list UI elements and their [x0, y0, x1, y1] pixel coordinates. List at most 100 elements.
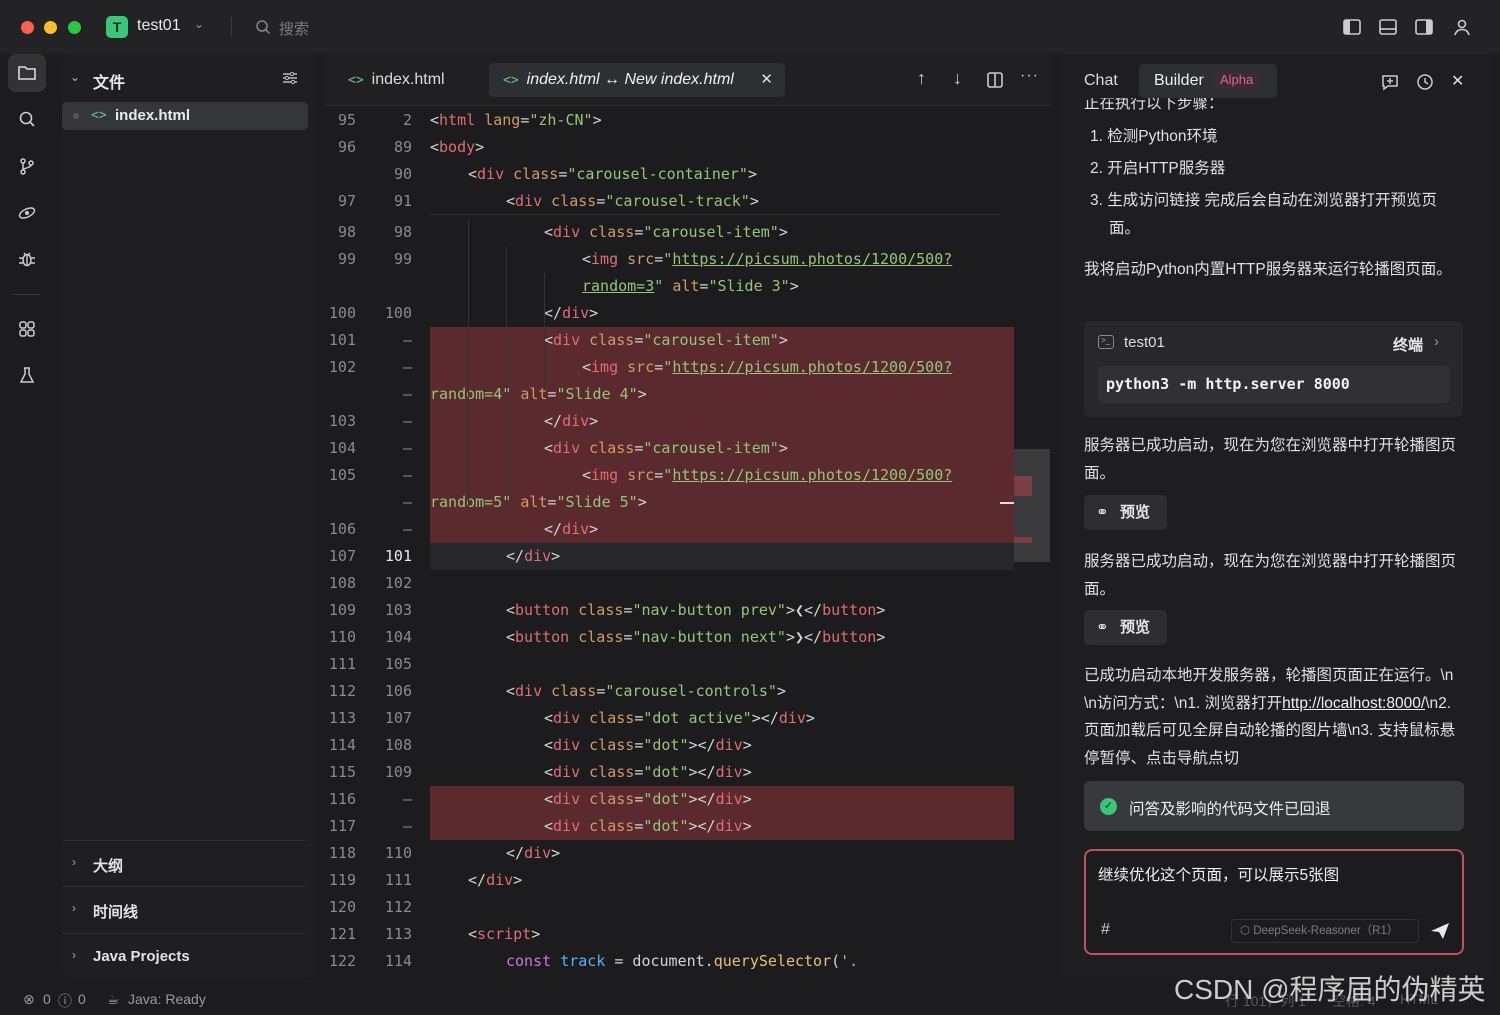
- section-timeline[interactable]: › 时间线: [62, 886, 306, 930]
- code-line[interactable]: 96 89 <body>: [324, 134, 1052, 161]
- code-line[interactable]: 119 111 </div>: [324, 867, 1052, 894]
- code-line[interactable]: 104 — <div class="carousel-item">: [324, 435, 1052, 462]
- close-window-button[interactable]: [21, 21, 34, 34]
- code-line[interactable]: random=3" alt="Slide 3">: [324, 273, 1052, 300]
- code-line[interactable]: 105 — <img src="https://picsum.photos/1200…: [324, 462, 1052, 489]
- file-name[interactable]: index.html: [115, 107, 190, 124]
- code-line[interactable]: 113 107 <div class="dot active"></div>: [324, 705, 1052, 732]
- debug-icon[interactable]: [8, 240, 46, 278]
- section-outline[interactable]: › 大纲: [62, 840, 306, 884]
- diff-code-view[interactable]: 95 2 <html lang="zh-CN"> 96 89 <body> 90 <div c…: [324, 107, 1052, 978]
- toggle-bottom-panel-icon[interactable]: [1378, 17, 1398, 37]
- maximize-window-button[interactable]: [68, 21, 81, 34]
- tab-chat[interactable]: Chat: [1084, 72, 1118, 90]
- code-line[interactable]: 114 108 <div class="dot"></div>: [324, 732, 1052, 759]
- extensions-icon[interactable]: [8, 310, 46, 348]
- line-number-original: 105: [328, 466, 356, 484]
- code-line[interactable]: 101 — <div class="carousel-item">: [324, 327, 1052, 354]
- code-line[interactable]: 117 — <div class="dot"></div>: [324, 813, 1052, 840]
- toggle-left-panel-icon[interactable]: [1342, 17, 1362, 37]
- code-line[interactable]: 122 114 const track = document.querySelect…: [324, 948, 1052, 975]
- terminal-card[interactable]: >_ test01 终端 › python3 -m http.server 80…: [1084, 321, 1463, 417]
- preview-button[interactable]: ⚭ 预览: [1084, 610, 1167, 645]
- line-number-modified: —: [402, 466, 412, 484]
- search-icon[interactable]: [8, 100, 46, 138]
- minimap-slider[interactable]: [1014, 449, 1050, 562]
- tab-diff[interactable]: <> index.html ↔ New index.html ✕: [489, 63, 785, 97]
- warning-icon[interactable]: ⓘ: [58, 991, 72, 1011]
- code-line[interactable]: 118 110 </div>: [324, 840, 1052, 867]
- code-line[interactable]: 99 99 <img src="https://picsum.photos/1200…: [324, 246, 1052, 273]
- account-icon[interactable]: [1452, 17, 1472, 37]
- code-line[interactable]: — random=5" alt="Slide 5">: [324, 489, 1052, 516]
- code-line[interactable]: 90 <div class="carousel-container">: [324, 161, 1052, 188]
- chevron-down-icon[interactable]: ⌄: [194, 17, 204, 31]
- remote-icon[interactable]: [8, 194, 46, 232]
- send-icon[interactable]: [1429, 921, 1451, 941]
- testing-flask-icon[interactable]: [8, 356, 46, 394]
- line-number-modified: 106: [384, 682, 412, 700]
- code-line[interactable]: 95 2 <html lang="zh-CN">: [324, 107, 1052, 134]
- tab-index-html[interactable]: <> index.html: [338, 63, 468, 97]
- tab-builder[interactable]: Builder Alpha: [1139, 64, 1277, 98]
- code-text: <div class="carousel-controls">: [506, 682, 786, 700]
- next-change-icon[interactable]: ↓: [953, 68, 962, 89]
- step-item: 3. 生成访问链接 完成后会自动在浏览器打开预览页面。: [1090, 192, 1438, 237]
- code-line[interactable]: 102 — <img src="https://picsum.photos/1200…: [324, 354, 1052, 381]
- localhost-link[interactable]: http://localhost:8000/: [1282, 695, 1425, 712]
- code-line[interactable]: — random=4" alt="Slide 4">: [324, 381, 1052, 408]
- toggle-right-panel-icon[interactable]: [1414, 17, 1434, 37]
- code-text: <button class="nav-button next">❯</butto…: [506, 628, 886, 646]
- terminal-link[interactable]: 终端: [1393, 334, 1423, 355]
- code-line[interactable]: 97 91 <div class="carousel-track">: [324, 188, 1052, 215]
- terminal-command: python3 -m http.server 8000: [1098, 366, 1450, 403]
- code-line[interactable]: 100 100 </div>: [324, 300, 1052, 327]
- model-selector[interactable]: ⬡ DeepSeek-Reasoner（R1）: [1231, 919, 1419, 943]
- split-editor-icon[interactable]: [986, 71, 1004, 89]
- code-text: </div>: [544, 412, 599, 430]
- project-name[interactable]: test01: [137, 17, 181, 35]
- hash-context-button[interactable]: #: [1101, 921, 1110, 939]
- code-line[interactable]: 107 101 </div>: [324, 543, 1052, 570]
- activity-bar: [0, 54, 54, 984]
- more-actions-icon[interactable]: ···: [1020, 67, 1039, 85]
- new-chat-icon[interactable]: [1380, 72, 1400, 92]
- code-line[interactable]: 116 — <div class="dot"></div>: [324, 786, 1052, 813]
- title-bar: T test01 ⌄ 搜索: [0, 0, 1500, 54]
- code-line[interactable]: 111 105: [324, 651, 1052, 678]
- close-icon[interactable]: ✕: [1451, 71, 1464, 91]
- chat-input-box[interactable]: 继续优化这个页面，可以展示5张图 # ⬡ DeepSeek-Reasoner（R…: [1084, 849, 1464, 955]
- search-input[interactable]: 搜索: [279, 18, 309, 39]
- code-line[interactable]: 112 106 <div class="carousel-controls">: [324, 678, 1052, 705]
- warning-count[interactable]: 0: [78, 991, 86, 1007]
- code-line[interactable]: 108 102: [324, 570, 1052, 597]
- code-line[interactable]: 121 113 <script>: [324, 921, 1052, 948]
- chat-input[interactable]: 继续优化这个页面，可以展示5张图: [1098, 863, 1339, 885]
- project-avatar[interactable]: T: [106, 16, 128, 38]
- error-count[interactable]: 0: [43, 991, 51, 1007]
- code-line[interactable]: 110 104 <button class="nav-button next">❯<…: [324, 624, 1052, 651]
- code-line[interactable]: 98 98 <div class="carousel-item">: [324, 219, 1052, 246]
- explorer-icon[interactable]: [8, 54, 46, 92]
- line-number-modified: 114: [384, 952, 412, 970]
- code-line[interactable]: 120 112: [324, 894, 1052, 921]
- section-label: 时间线: [93, 904, 139, 921]
- error-icon[interactable]: ⊗: [23, 991, 35, 1008]
- filter-settings-icon[interactable]: [282, 71, 298, 85]
- close-icon[interactable]: ✕: [760, 63, 773, 97]
- source-control-icon[interactable]: [8, 147, 46, 185]
- java-status[interactable]: Java: Ready: [128, 991, 206, 1007]
- history-icon[interactable]: [1415, 72, 1435, 92]
- previous-change-icon[interactable]: ↑: [917, 68, 926, 89]
- code-line[interactable]: 106 — </div>: [324, 516, 1052, 543]
- minimize-window-button[interactable]: [44, 21, 57, 34]
- line-number-original: 109: [328, 601, 356, 619]
- section-java-projects[interactable]: › Java Projects: [62, 933, 306, 977]
- code-line[interactable]: 109 103 <button class="nav-button prev">❮<…: [324, 597, 1052, 624]
- line-number-modified: 107: [384, 709, 412, 727]
- chevron-down-icon[interactable]: ⌄: [70, 70, 80, 84]
- search-icon[interactable]: [255, 19, 271, 35]
- code-line[interactable]: 115 109 <div class="dot"></div>: [324, 759, 1052, 786]
- code-line[interactable]: 103 — </div>: [324, 408, 1052, 435]
- preview-button[interactable]: ⚭ 预览: [1084, 495, 1167, 530]
